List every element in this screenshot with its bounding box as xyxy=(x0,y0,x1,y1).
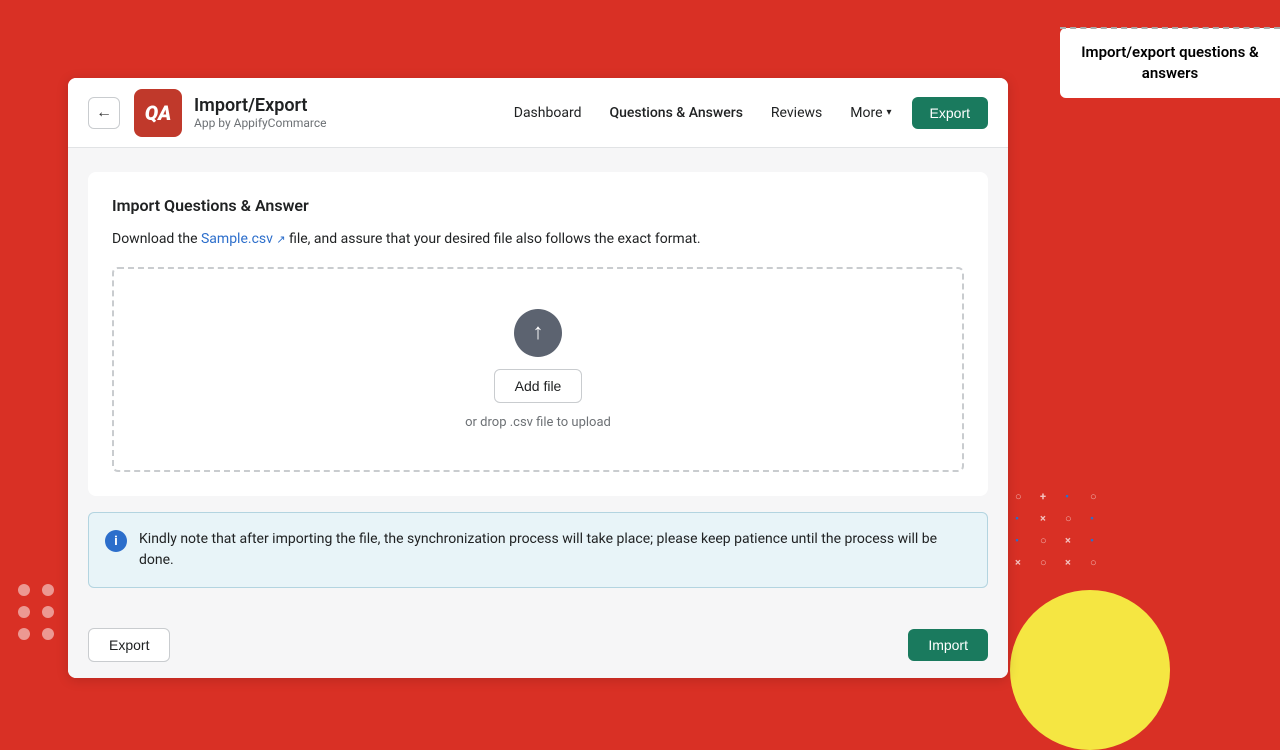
nav-more[interactable]: More ▾ xyxy=(850,105,891,121)
back-button[interactable]: ← xyxy=(88,97,120,129)
main-card: ← QA Import/Export App by AppifyCommarce… xyxy=(68,78,1008,678)
instruction-text: Download the Sample.csv ↗ file, and assu… xyxy=(112,231,964,247)
nav-dashboard[interactable]: Dashboard xyxy=(514,105,582,121)
upload-arrow-icon: ↑ xyxy=(533,322,544,344)
app-logo: QA xyxy=(134,89,182,137)
section-title: Import Questions & Answer xyxy=(112,196,964,215)
external-link-icon: ↗ xyxy=(276,233,285,246)
app-subtitle: App by AppifyCommarce xyxy=(194,116,514,130)
add-file-button[interactable]: Add file xyxy=(494,369,583,403)
content-area: Import Questions & Answer Download the S… xyxy=(68,148,1008,612)
tooltip-label: Import/export questions & answers xyxy=(1060,28,1280,98)
footer-bar: Export Import xyxy=(68,612,1008,678)
chevron-down-icon: ▾ xyxy=(887,107,892,118)
import-section: Import Questions & Answer Download the S… xyxy=(88,172,988,496)
info-icon: i xyxy=(105,530,127,552)
instruction-prefix: Download the xyxy=(112,231,201,247)
app-logo-text: QA xyxy=(145,101,172,125)
nav-reviews[interactable]: Reviews xyxy=(771,105,822,121)
footer-import-button[interactable]: Import xyxy=(908,629,988,661)
footer-export-button[interactable]: Export xyxy=(88,628,170,662)
app-title-group: Import/Export App by AppifyCommarce xyxy=(194,95,514,130)
instruction-suffix: file, and assure that your desired file … xyxy=(286,231,701,247)
header-export-button[interactable]: Export xyxy=(912,97,988,129)
app-title: Import/Export xyxy=(194,95,514,116)
sample-csv-link[interactable]: Sample.csv ↗ xyxy=(201,231,286,247)
info-message: Kindly note that after importing the fil… xyxy=(139,529,971,571)
nav-questions-answers[interactable]: Questions & Answers xyxy=(609,105,742,121)
app-header: ← QA Import/Export App by AppifyCommarce… xyxy=(68,78,1008,148)
back-arrow-icon: ← xyxy=(96,104,112,122)
nav-more-label: More xyxy=(850,105,882,121)
drop-hint: or drop .csv file to upload xyxy=(465,415,611,430)
decorative-scatter: • ○ + • ○ ○ • × ○ • × • ○ × • ○ × ○ × ○ xyxy=(980,490,1180,670)
nav-links: Dashboard Questions & Answers Reviews Mo… xyxy=(514,105,892,121)
info-box: i Kindly note that after importing the f… xyxy=(88,512,988,588)
drop-zone[interactable]: ↑ Add file or drop .csv file to upload xyxy=(112,267,964,472)
upload-icon: ↑ xyxy=(514,309,562,357)
decorative-dots-left xyxy=(18,584,56,640)
